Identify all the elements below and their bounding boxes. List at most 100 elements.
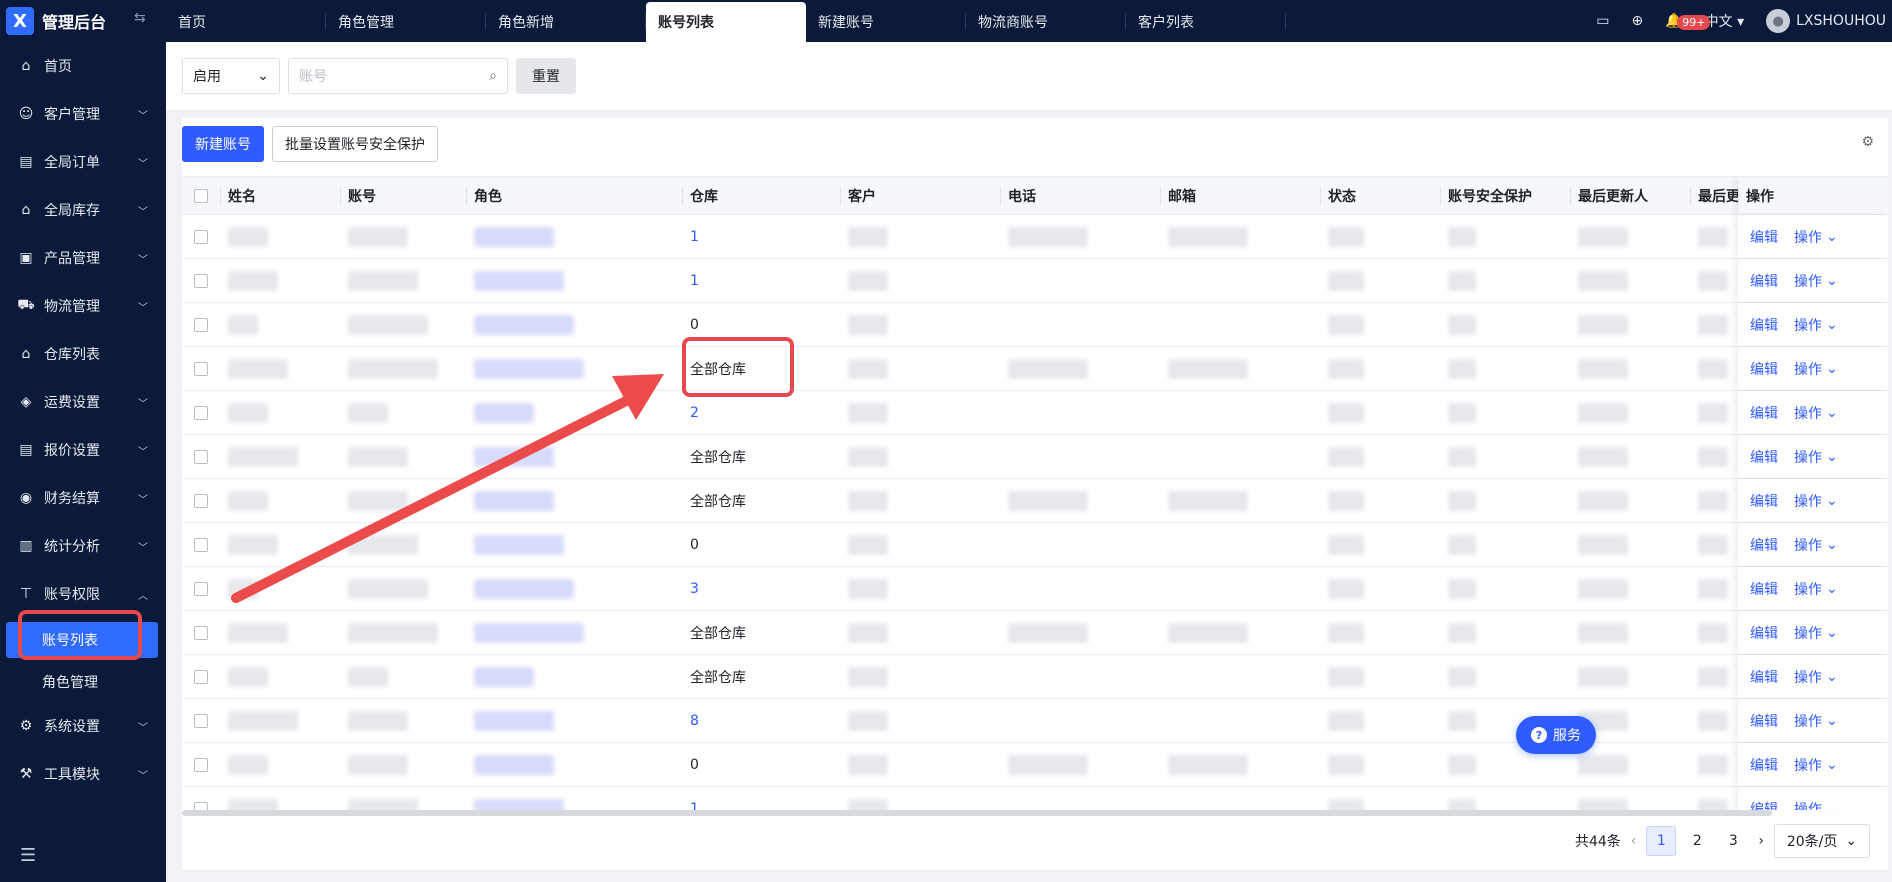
status-select[interactable]: 启用 ⌄: [182, 58, 280, 94]
warehouse-link[interactable]: 3: [690, 581, 699, 597]
table-row[interactable]: 0 编辑 操作 ⌄: [182, 523, 1888, 567]
more-actions-dropdown[interactable]: 操作 ⌄: [1794, 799, 1838, 811]
role-cell[interactable]: [466, 655, 682, 698]
table-row[interactable]: 1 编辑 操作 ⌄: [182, 787, 1888, 810]
role-cell[interactable]: [466, 435, 682, 478]
checkbox[interactable]: [194, 537, 208, 552]
table-row[interactable]: 1 编辑 操作 ⌄: [182, 259, 1888, 303]
tab[interactable]: 账号列表: [646, 2, 806, 42]
checkbox[interactable]: [194, 669, 208, 684]
checkbox[interactable]: [194, 757, 208, 772]
edit-link[interactable]: 编辑: [1750, 227, 1778, 247]
tab[interactable]: 物流商账号: [966, 2, 1126, 42]
table-row[interactable]: 1 编辑 操作 ⌄: [182, 215, 1888, 259]
warehouse-cell[interactable]: 3: [682, 567, 840, 610]
horizontal-scrollbar[interactable]: [182, 810, 1772, 816]
tab[interactable]: 客户列表: [1126, 2, 1286, 42]
checkbox[interactable]: [194, 317, 208, 332]
more-actions-dropdown[interactable]: 操作 ⌄: [1794, 579, 1838, 599]
page-size-select[interactable]: 20条/页 ⌄: [1774, 824, 1870, 858]
table-row[interactable]: 全部仓库 编辑 操作 ⌄: [182, 479, 1888, 523]
tab[interactable]: 角色管理: [326, 2, 486, 42]
edit-link[interactable]: 编辑: [1750, 315, 1778, 335]
page-button[interactable]: 2: [1682, 826, 1712, 856]
sidebar-item[interactable]: ▤ 全局订单 ﹀: [0, 138, 166, 186]
warehouse-link[interactable]: 1: [690, 273, 699, 289]
row-checkbox[interactable]: [182, 787, 220, 810]
sidebar-item[interactable]: ⌂ 首页: [0, 42, 166, 90]
more-actions-dropdown[interactable]: 操作 ⌄: [1794, 271, 1838, 291]
row-checkbox[interactable]: [182, 391, 220, 434]
role-cell[interactable]: [466, 523, 682, 566]
more-actions-dropdown[interactable]: 操作 ⌄: [1794, 403, 1838, 423]
warehouse-cell[interactable]: 1: [682, 787, 840, 811]
more-actions-dropdown[interactable]: 操作 ⌄: [1794, 755, 1838, 775]
prev-page-icon[interactable]: ‹: [1631, 833, 1637, 849]
warehouse-cell[interactable]: 1: [682, 215, 840, 258]
inbox-icon[interactable]: ▭: [1596, 13, 1609, 29]
checkbox[interactable]: [194, 361, 208, 376]
edit-link[interactable]: 编辑: [1750, 491, 1778, 511]
row-checkbox[interactable]: [182, 611, 220, 654]
role-cell[interactable]: [466, 787, 682, 810]
table-row[interactable]: 8 编辑 操作 ⌄: [182, 699, 1888, 743]
new-account-button[interactable]: 新建账号: [182, 126, 264, 162]
row-checkbox[interactable]: [182, 435, 220, 478]
warehouse-link[interactable]: 1: [690, 801, 699, 811]
service-button[interactable]: ? 服务: [1516, 716, 1596, 754]
select-all-checkbox[interactable]: [182, 177, 220, 214]
sidebar-item[interactable]: ⌂ 全局库存 ﹀: [0, 186, 166, 234]
role-cell[interactable]: [466, 479, 682, 522]
sidebar-item[interactable]: ⚒ 工具模块 ﹀: [0, 750, 166, 798]
role-cell[interactable]: [466, 259, 682, 302]
row-checkbox[interactable]: [182, 479, 220, 522]
warehouse-cell[interactable]: 1: [682, 259, 840, 302]
edit-link[interactable]: 编辑: [1750, 579, 1778, 599]
role-cell[interactable]: [466, 567, 682, 610]
table-row[interactable]: 全部仓库 编辑 操作 ⌄: [182, 347, 1888, 391]
search-input[interactable]: 账号 ⌕: [288, 58, 508, 94]
row-checkbox[interactable]: [182, 347, 220, 390]
edit-link[interactable]: 编辑: [1750, 535, 1778, 555]
warehouse-link[interactable]: 8: [690, 713, 699, 729]
tab[interactable]: 首页: [166, 2, 326, 42]
checkbox[interactable]: [194, 713, 208, 728]
more-actions-dropdown[interactable]: 操作 ⌄: [1794, 359, 1838, 379]
more-actions-dropdown[interactable]: 操作 ⌄: [1794, 667, 1838, 687]
more-actions-dropdown[interactable]: 操作 ⌄: [1794, 447, 1838, 467]
switch-arrows-icon[interactable]: ⇆: [134, 10, 146, 26]
tab[interactable]: 新建账号: [806, 2, 966, 42]
role-cell[interactable]: [466, 611, 682, 654]
row-checkbox[interactable]: [182, 655, 220, 698]
role-cell[interactable]: [466, 303, 682, 346]
edit-link[interactable]: 编辑: [1750, 403, 1778, 423]
row-checkbox[interactable]: [182, 523, 220, 566]
warehouse-link[interactable]: 1: [690, 229, 699, 245]
sidebar-subitem[interactable]: 角色管理: [0, 662, 166, 702]
sidebar-collapse-icon[interactable]: ☰: [20, 845, 36, 866]
download-icon[interactable]: ⊕: [1631, 13, 1643, 29]
warehouse-cell[interactable]: 2: [682, 391, 840, 434]
role-cell[interactable]: [466, 699, 682, 742]
more-actions-dropdown[interactable]: 操作 ⌄: [1794, 315, 1838, 335]
table-row[interactable]: 0 编辑 操作 ⌄: [182, 743, 1888, 787]
next-page-icon[interactable]: ›: [1758, 833, 1764, 849]
checkbox[interactable]: [194, 449, 208, 464]
sidebar-item[interactable]: ▤ 报价设置 ﹀: [0, 426, 166, 474]
tab[interactable]: 角色新增: [486, 2, 646, 42]
sidebar-item[interactable]: ⛟ 物流管理 ﹀: [0, 282, 166, 330]
checkbox[interactable]: [194, 405, 208, 420]
checkbox[interactable]: [194, 801, 208, 810]
more-actions-dropdown[interactable]: 操作 ⌄: [1794, 227, 1838, 247]
language-select[interactable]: 中文 ▾: [1705, 11, 1744, 31]
user-menu[interactable]: ● LXSHOUHOU: [1766, 9, 1886, 33]
edit-link[interactable]: 编辑: [1750, 623, 1778, 643]
more-actions-dropdown[interactable]: 操作 ⌄: [1794, 491, 1838, 511]
role-cell[interactable]: [466, 391, 682, 434]
sidebar-item[interactable]: ▥ 统计分析 ﹀: [0, 522, 166, 570]
table-row[interactable]: 全部仓库 编辑 操作 ⌄: [182, 655, 1888, 699]
sidebar-item[interactable]: ⚙ 系统设置 ﹀: [0, 702, 166, 750]
warehouse-cell[interactable]: 8: [682, 699, 840, 742]
role-cell[interactable]: [466, 215, 682, 258]
table-row[interactable]: 2 编辑 操作 ⌄: [182, 391, 1888, 435]
